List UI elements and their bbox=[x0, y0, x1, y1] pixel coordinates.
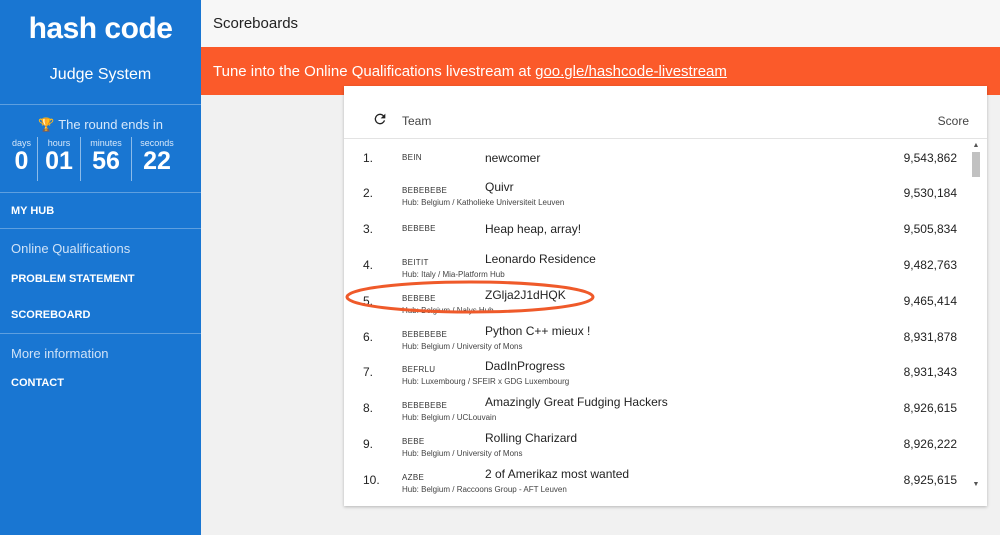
row-hub: Hub: Belgium / Nalys Hub bbox=[402, 306, 494, 315]
row-team-name: Leonardo Residence bbox=[485, 252, 596, 266]
row-team-name: Quivr bbox=[485, 180, 514, 194]
countdown-value: 01 bbox=[45, 147, 73, 175]
row-countries: BEBEBE bbox=[402, 294, 436, 303]
trophy-icon: 🏆 bbox=[38, 117, 55, 132]
row-score: 8,931,343 bbox=[903, 365, 957, 379]
row-team-name: newcomer bbox=[485, 151, 541, 165]
scroll-thumb[interactable] bbox=[972, 152, 980, 177]
row-hub: Hub: Belgium / Raccoons Group - AFT Leuv… bbox=[402, 485, 567, 494]
row-countries: BEBE bbox=[402, 437, 425, 446]
countdown-value: 22 bbox=[143, 147, 171, 175]
table-row[interactable]: 4. BEITIT Leonardo Residence Hub: Italy … bbox=[344, 246, 987, 282]
logo[interactable]: hash code bbox=[0, 12, 201, 46]
scroll-up-arrow-icon[interactable]: ▲ bbox=[972, 142, 980, 149]
row-hub: Hub: Belgium / UCLouvain bbox=[402, 413, 497, 422]
divider bbox=[0, 228, 201, 229]
row-countries: BEFRLU bbox=[402, 365, 436, 374]
banner-message: Tune into the Online Qualifications live… bbox=[213, 63, 536, 80]
livestream-link[interactable]: goo.gle/hashcode-livestream bbox=[535, 63, 727, 80]
table-row[interactable]: 7. BEFRLU DadInProgress Hub: Luxembourg … bbox=[344, 353, 987, 389]
scroll-down-arrow-icon[interactable]: ▼ bbox=[972, 481, 980, 488]
row-rank: 9. bbox=[363, 437, 374, 451]
row-rank: 5. bbox=[363, 294, 374, 308]
column-header-team[interactable]: Team bbox=[402, 114, 431, 128]
row-score: 8,925,615 bbox=[903, 473, 957, 487]
row-team-name: Amazingly Great Fudging Hackers bbox=[485, 395, 668, 409]
nav-my-hub[interactable]: MY HUB bbox=[11, 205, 54, 217]
row-score: 9,465,414 bbox=[903, 294, 957, 308]
nav-section-more-information: More information bbox=[11, 346, 109, 361]
countdown-value: 0 bbox=[14, 147, 29, 175]
table-row[interactable]: 1. BEIN newcomer 9,543,862 bbox=[344, 139, 987, 175]
row-score: 8,926,615 bbox=[903, 401, 957, 415]
countdown-days: days 0 bbox=[6, 137, 37, 181]
scrollbar[interactable]: ▲ ▼ bbox=[972, 142, 980, 488]
row-team-name: 2 of Amerikaz most wanted bbox=[485, 467, 630, 481]
countdown-hours: hours 01 bbox=[37, 137, 80, 181]
divider bbox=[0, 333, 201, 334]
scoreboard-card: Team Score 1. BEIN newcomer 9,543,862 2.… bbox=[344, 86, 987, 506]
row-score: 8,931,878 bbox=[903, 330, 957, 344]
row-rank: 1. bbox=[363, 151, 374, 165]
countdown-value: 56 bbox=[92, 147, 120, 175]
table-header: Team Score bbox=[344, 98, 987, 139]
row-countries: BEBEBEBE bbox=[402, 330, 448, 339]
round-timer-text: The round ends in bbox=[58, 117, 163, 132]
row-hub: Hub: Belgium / Katholieke Universiteit L… bbox=[402, 198, 565, 207]
row-countries: BEBEBE bbox=[402, 224, 436, 233]
row-rank: 2. bbox=[363, 186, 374, 200]
nav-contact[interactable]: CONTACT bbox=[11, 377, 64, 389]
row-rank: 3. bbox=[363, 222, 374, 236]
row-rank: 10. bbox=[363, 473, 380, 487]
row-rank: 7. bbox=[363, 365, 374, 379]
row-score: 9,530,184 bbox=[903, 186, 957, 200]
column-header-score[interactable]: Score bbox=[938, 114, 969, 128]
nav-section-online-qualifications: Online Qualifications bbox=[11, 241, 131, 256]
row-countries: BEBEBEBE bbox=[402, 401, 448, 410]
nav-problem-statement[interactable]: PROBLEM STATEMENT bbox=[11, 273, 135, 285]
countdown: days 0 hours 01 minutes 56 seconds 22 bbox=[6, 137, 196, 181]
table-row[interactable]: 8. BEBEBEBE Amazingly Great Fudging Hack… bbox=[344, 389, 987, 425]
page-title: Scoreboards bbox=[213, 15, 299, 32]
row-score: 9,543,862 bbox=[903, 151, 957, 165]
row-countries: AZBE bbox=[402, 473, 425, 482]
app-subtitle: Judge System bbox=[49, 66, 152, 83]
table-row[interactable]: 5. BEBEBE ZGlja2J1dHQK Hub: Belgium / Na… bbox=[344, 282, 987, 318]
divider bbox=[0, 104, 201, 105]
row-team-name: Python C++ mieux ! bbox=[485, 324, 591, 338]
scoreboard-rows: 1. BEIN newcomer 9,543,862 2. BEBEBEBE Q… bbox=[344, 139, 987, 496]
row-hub: Hub: Italy / Mia-Platform Hub bbox=[402, 270, 505, 279]
row-rank: 8. bbox=[363, 401, 374, 415]
table-row[interactable]: 6. BEBEBEBE Python C++ mieux ! Hub: Belg… bbox=[344, 318, 987, 354]
row-score: 9,482,763 bbox=[903, 258, 957, 272]
row-team-name: ZGlja2J1dHQK bbox=[485, 288, 566, 302]
countdown-seconds: seconds 22 bbox=[131, 137, 182, 181]
round-timer-label: 🏆 The round ends in bbox=[0, 117, 201, 133]
table-row[interactable]: 9. BEBE Rolling Charizard Hub: Belgium /… bbox=[344, 425, 987, 461]
table-row[interactable]: 10. AZBE 2 of Amerikaz most wanted Hub: … bbox=[344, 461, 987, 496]
banner-text: Tune into the Online Qualifications live… bbox=[213, 63, 727, 80]
row-hub: Hub: Belgium / University of Mons bbox=[402, 449, 523, 458]
row-team-name: Rolling Charizard bbox=[485, 431, 578, 445]
row-countries: BEBEBEBE bbox=[402, 186, 448, 195]
countdown-minutes: minutes 56 bbox=[80, 137, 131, 181]
row-countries: BEITIT bbox=[402, 258, 429, 267]
row-score: 9,505,834 bbox=[903, 222, 957, 236]
table-row[interactable]: 2. BEBEBEBE Quivr Hub: Belgium / Katholi… bbox=[344, 174, 987, 210]
row-team-name: DadInProgress bbox=[485, 359, 566, 373]
top-bar: Scoreboards bbox=[201, 0, 1000, 47]
divider bbox=[0, 192, 201, 193]
nav-scoreboard[interactable]: SCOREBOARD bbox=[11, 309, 90, 321]
row-hub: Hub: Luxembourg / SFEIR x GDG Luxembourg bbox=[402, 377, 570, 386]
row-rank: 6. bbox=[363, 330, 374, 344]
refresh-icon[interactable] bbox=[372, 111, 388, 127]
row-team-name: Heap heap, array! bbox=[485, 222, 582, 236]
row-score: 8,926,222 bbox=[903, 437, 957, 451]
row-hub: Hub: Belgium / University of Mons bbox=[402, 342, 523, 351]
table-row[interactable]: 3. BEBEBE Heap heap, array! 9,505,834 bbox=[344, 210, 987, 246]
row-rank: 4. bbox=[363, 258, 374, 272]
sidebar: hash code Judge System 🏆 The round ends i… bbox=[0, 0, 201, 535]
row-countries: BEIN bbox=[402, 153, 422, 162]
